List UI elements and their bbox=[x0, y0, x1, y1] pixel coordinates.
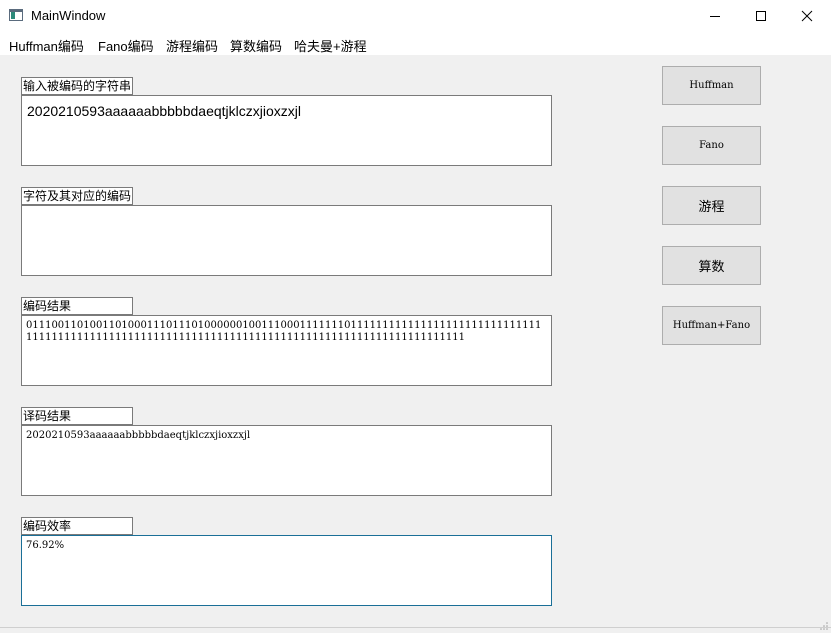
window-title: MainWindow bbox=[31, 8, 106, 23]
efficiency-field[interactable]: 76.92% bbox=[21, 535, 552, 606]
maximize-button[interactable] bbox=[738, 0, 784, 32]
decode-result-field[interactable]: 2020210593aaaaaabbbbbdaeqtjklczxjioxzxjl bbox=[21, 425, 552, 496]
encode-result-field[interactable]: 0111001101001101000111011101000000100111… bbox=[21, 315, 552, 386]
title-bar: MainWindow bbox=[0, 0, 831, 32]
encode-result-value: 0111001101001101000111011101000000100111… bbox=[26, 320, 542, 343]
fano-button[interactable]: Fano bbox=[662, 126, 761, 165]
input-string-label: 输入被编码的字符串 bbox=[21, 77, 133, 95]
resize-grip-icon[interactable] bbox=[820, 622, 828, 630]
window-bottom-edge bbox=[0, 627, 831, 628]
decode-result-value: 2020210593aaaaaabbbbbdaeqtjklczxjioxzxjl bbox=[26, 430, 251, 441]
menu-bar: Huffman编码 Fano编码 游程编码 算数编码 哈夫曼+游程 bbox=[0, 32, 831, 55]
char-codes-label: 字符及其对应的编码 bbox=[21, 187, 133, 205]
menu-huffman[interactable]: Huffman编码 bbox=[9, 36, 84, 55]
menu-fano[interactable]: Fano编码 bbox=[98, 36, 154, 55]
close-icon bbox=[801, 10, 813, 22]
menu-huffman-run-length[interactable]: 哈夫曼+游程 bbox=[294, 36, 367, 55]
input-string-value: 2020210593aaaaaabbbbbdaeqtjklczxjioxzxjl bbox=[27, 103, 301, 119]
efficiency-label: 编码效率 bbox=[21, 517, 133, 535]
menu-run-length[interactable]: 游程编码 bbox=[166, 36, 218, 55]
maximize-icon bbox=[756, 11, 766, 21]
app-window-icon bbox=[9, 9, 23, 21]
huffman-button[interactable]: Huffman bbox=[662, 66, 761, 105]
encode-result-label: 编码结果 bbox=[21, 297, 133, 315]
minimize-button[interactable] bbox=[692, 0, 738, 32]
menu-arithmetic[interactable]: 算数编码 bbox=[230, 36, 282, 55]
input-string-field[interactable]: 2020210593aaaaaabbbbbdaeqtjklczxjioxzxjl bbox=[21, 95, 552, 166]
huffman-fano-button[interactable]: Huffman+Fano bbox=[662, 306, 761, 345]
efficiency-value: 76.92% bbox=[26, 540, 65, 551]
minimize-icon bbox=[710, 16, 720, 17]
close-button[interactable] bbox=[784, 0, 830, 32]
run-length-button[interactable]: 游程 bbox=[662, 186, 761, 225]
char-codes-field[interactable] bbox=[21, 205, 552, 276]
arithmetic-button[interactable]: 算数 bbox=[662, 246, 761, 285]
decode-result-label: 译码结果 bbox=[21, 407, 133, 425]
